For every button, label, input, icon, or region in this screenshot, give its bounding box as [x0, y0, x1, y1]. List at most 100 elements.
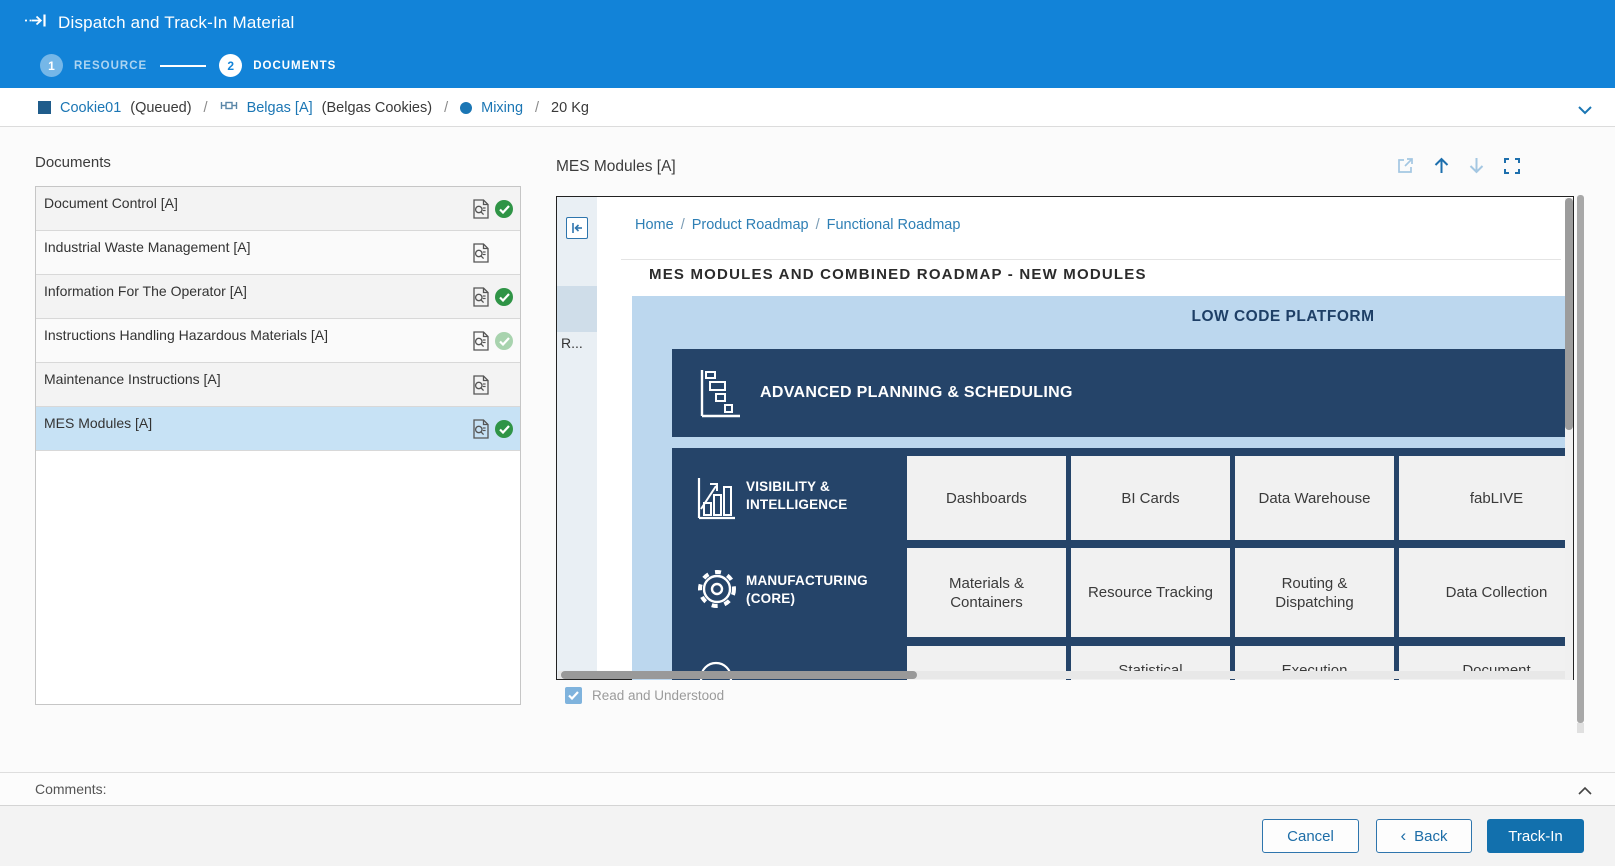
- track-in-button-label: Track-In: [1508, 828, 1562, 845]
- flow-step-link[interactable]: Mixing: [481, 100, 523, 116]
- step-documents-label: DOCUMENTS: [253, 60, 336, 72]
- resource-icon: [220, 98, 238, 117]
- module-cell: BI Cards: [1071, 456, 1230, 540]
- module-cell: Data Collection: [1399, 548, 1565, 637]
- document-row[interactable]: Information For The Operator [A]: [36, 275, 520, 319]
- context-separator: /: [441, 100, 451, 116]
- sidebar-collapse-button[interactable]: [566, 217, 588, 239]
- breadcrumb-separator: /: [681, 217, 685, 233]
- page-vertical-scrollbar-thumb[interactable]: [1577, 195, 1584, 723]
- dispatch-track-in-dialog: Dispatch and Track-In Material 1 RESOURC…: [0, 0, 1615, 866]
- step-documents-number: 2: [219, 54, 242, 77]
- resource-link[interactable]: Belgas [A]: [247, 100, 313, 116]
- document-row[interactable]: Maintenance Instructions [A]: [36, 363, 520, 407]
- embedded-doc-breadcrumb: Home / Product Roadmap / Functional Road…: [635, 217, 960, 233]
- track-in-button[interactable]: Track-In: [1487, 819, 1584, 853]
- group-label-visibility: VISIBILITY & INTELLIGENCE: [746, 478, 847, 514]
- footer-bar: Cancel ‹ Back Track-In: [0, 806, 1615, 866]
- step-resource[interactable]: 1 RESOURCE: [40, 54, 147, 77]
- document-preview-icon[interactable]: [472, 331, 490, 351]
- gantt-chart-icon: [698, 367, 744, 424]
- document-preview-icon[interactable]: [472, 243, 490, 263]
- breadcrumb-product-roadmap-link[interactable]: Product Roadmap: [692, 217, 809, 233]
- module-cell: Materials & Containers: [907, 548, 1066, 637]
- read-status-check-icon: [495, 200, 513, 218]
- viewer-vertical-scrollbar[interactable]: [1565, 198, 1573, 680]
- viewer-horizontal-scrollbar-thumb[interactable]: [561, 671, 917, 679]
- step-status-dot-icon: [460, 102, 472, 114]
- module-cell: Routing & Dispatching: [1235, 548, 1394, 637]
- step-documents[interactable]: 2 DOCUMENTS: [219, 54, 336, 77]
- document-label: Industrial Waste Management [A]: [44, 239, 250, 255]
- documents-panel-title: Documents: [35, 154, 111, 171]
- viewer-vertical-scrollbar-thumb[interactable]: [1565, 198, 1573, 430]
- wizard-stepper: 1 RESOURCE 2 DOCUMENTS: [40, 54, 336, 77]
- comments-collapse-chevron-icon[interactable]: [1577, 783, 1593, 801]
- cancel-button[interactable]: Cancel: [1262, 819, 1359, 853]
- page-vertical-scrollbar-track[interactable]: [1577, 723, 1584, 733]
- document-preview-icon[interactable]: [472, 287, 490, 307]
- context-separator: /: [532, 100, 542, 116]
- viewer-document-title: MES Modules [A]: [556, 158, 676, 176]
- document-preview-icon[interactable]: [472, 419, 490, 439]
- embedded-doc-sidebar-selected: [557, 286, 597, 332]
- module-cell: Resource Tracking: [1071, 548, 1230, 637]
- read-acknowledgement: Read and Understood: [565, 687, 724, 704]
- page-title: Dispatch and Track-In Material: [58, 13, 295, 33]
- module-cell: Dashboards: [907, 456, 1066, 540]
- module-cell: fabLIVE: [1399, 456, 1565, 540]
- document-preview-icon[interactable]: [472, 375, 490, 395]
- document-label: Instructions Handling Hazardous Material…: [44, 327, 328, 343]
- breadcrumb-divider: [621, 259, 1561, 260]
- context-bar: Cookie01 (Queued) / Belgas [A] (Belgas C…: [0, 88, 1615, 127]
- previous-document-arrow-up-icon[interactable]: [1433, 156, 1450, 175]
- step-resource-label: RESOURCE: [74, 60, 147, 72]
- aps-band: ADVANCED PLANNING & SCHEDULING: [672, 349, 1565, 437]
- dispatch-track-in-icon: [24, 12, 48, 34]
- document-label: Document Control [A]: [44, 195, 178, 211]
- document-row[interactable]: Instructions Handling Hazardous Material…: [36, 319, 520, 363]
- embedded-doc-nav-item[interactable]: R...: [561, 335, 583, 351]
- back-button-label: Back: [1414, 828, 1447, 845]
- read-status-check-icon: [495, 420, 513, 438]
- header-bar: Dispatch and Track-In Material 1 RESOURC…: [0, 0, 1615, 88]
- comments-section[interactable]: Comments:: [0, 772, 1615, 806]
- step-resource-number: 1: [40, 54, 63, 77]
- cancel-button-label: Cancel: [1287, 828, 1334, 845]
- lot-link[interactable]: Cookie01: [60, 100, 121, 116]
- read-status-check-faded-icon: [495, 332, 513, 350]
- document-row-selected[interactable]: MES Modules [A]: [36, 407, 520, 451]
- next-document-arrow-down-icon[interactable]: [1468, 156, 1485, 175]
- document-row[interactable]: Industrial Waste Management [A]: [36, 231, 520, 275]
- back-button[interactable]: ‹ Back: [1376, 819, 1472, 853]
- breadcrumb-home-link[interactable]: Home: [635, 217, 674, 233]
- embedded-doc-sidebar: R...: [557, 197, 597, 679]
- mes-modules-diagram: LOW CODE PLATFORM ADVANCED PLANNING & SC…: [632, 296, 1565, 680]
- back-chevron-icon: ‹: [1400, 829, 1406, 843]
- documents-list: Document Control [A] Industrial Waste Ma…: [35, 186, 521, 705]
- low-code-platform-label: LOW CODE PLATFORM: [1183, 308, 1383, 326]
- viewer-toolbar: [1396, 156, 1521, 175]
- gear-icon: [694, 566, 740, 617]
- modules-grid: VISIBILITY & INTELLIGENCE Dashboards BI …: [672, 448, 1565, 680]
- breadcrumb-functional-roadmap-link[interactable]: Functional Roadmap: [827, 217, 961, 233]
- breadcrumb-separator: /: [816, 217, 820, 233]
- quantity-value: 20 Kg: [551, 100, 589, 116]
- lot-status: (Queued): [130, 100, 191, 116]
- aps-band-label: ADVANCED PLANNING & SCHEDULING: [760, 349, 1073, 437]
- comments-label: Comments:: [35, 781, 107, 797]
- document-label: Maintenance Instructions [A]: [44, 371, 221, 387]
- viewer-horizontal-scrollbar[interactable]: [558, 671, 1566, 679]
- lot-icon: [38, 101, 51, 114]
- document-preview-frame: R... Home / Product Roadmap / Functional…: [556, 196, 1574, 680]
- read-understood-checkbox[interactable]: [565, 687, 582, 704]
- document-preview-icon[interactable]: [472, 199, 490, 219]
- document-row[interactable]: Document Control [A]: [36, 187, 520, 231]
- resource-description: (Belgas Cookies): [322, 100, 432, 116]
- fullscreen-icon[interactable]: [1503, 157, 1521, 175]
- bar-chart-icon: [696, 475, 738, 526]
- read-status-check-icon: [495, 288, 513, 306]
- document-label: Information For The Operator [A]: [44, 283, 247, 299]
- open-external-icon[interactable]: [1396, 156, 1415, 175]
- context-expand-chevron-icon[interactable]: [1577, 102, 1593, 120]
